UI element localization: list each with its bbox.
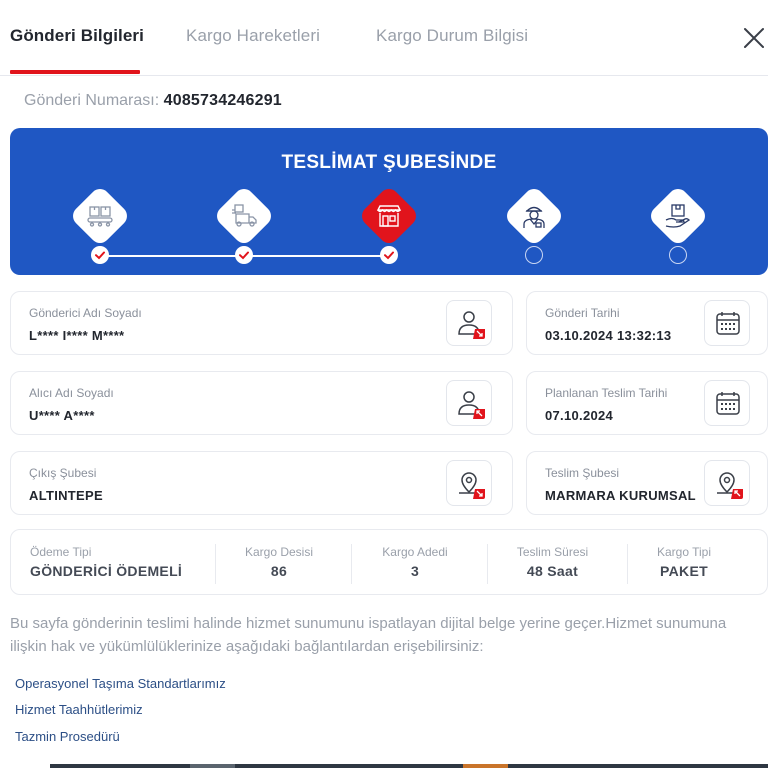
planned-date-value: 07.10.2024 [545, 408, 614, 423]
origin-branch-label: Çıkış Şubesi [29, 466, 97, 480]
tracking-number-value: 4085734246291 [163, 92, 282, 109]
active-tab-indicator [10, 70, 140, 74]
count-label: Kargo Adedi [382, 545, 448, 559]
store-branch-icon [376, 205, 402, 227]
shipment-summary: Ödeme Tipi GÖNDERİCİ ÖDEMELİ Kargo Desis… [10, 529, 768, 595]
receiver-card: Alıcı Adı Soyadı U**** A**** [10, 371, 513, 435]
checkmark-icon [384, 251, 394, 260]
bottom-edge-strip [0, 764, 768, 768]
calendar-icon [716, 392, 740, 415]
link-compensation-procedure[interactable]: Tazmin Prosedürü [15, 729, 120, 744]
hand-package-icon [665, 204, 691, 228]
receiver-label: Alıcı Adı Soyadı [29, 386, 114, 400]
tab-shipment-info[interactable]: Gönderi Bilgileri [10, 26, 144, 46]
summary-count: Kargo Adedi 3 [351, 530, 479, 596]
payment-type-label: Ödeme Tipi [30, 545, 92, 559]
step-5-pending [669, 246, 687, 264]
status-title: TESLİMAT ŞUBESİNDE [281, 152, 497, 173]
status-panel: TESLİMAT ŞUBESİNDE [10, 128, 768, 275]
tracking-number: Gönderi Numarası: 4085734246291 [24, 92, 282, 110]
ship-date-card: Gönderi Tarihi 03.10.2024 13:32:13 [526, 291, 768, 355]
receiver-value: U**** A**** [29, 408, 95, 423]
step-4-pending [525, 246, 543, 264]
delivery-branch-value: MARMARA KURUMSAL [545, 488, 696, 503]
link-operational-standards[interactable]: Operasyonel Taşıma Standartlarımız [15, 676, 226, 691]
link-service-commitments[interactable]: Hizmet Taahhütlerimiz [15, 702, 143, 717]
step-pickup [68, 184, 132, 248]
sender-label: Gönderici Adı Soyadı [29, 306, 142, 320]
person-incoming-icon [458, 391, 485, 419]
delivery-time-value: 48 Saat [526, 563, 579, 579]
receiver-icon-box [446, 380, 492, 426]
tab-cargo-status-info[interactable]: Kargo Durum Bilgisi [376, 26, 528, 46]
ship-date-icon-box [704, 300, 750, 346]
tab-cargo-movements[interactable]: Kargo Hareketleri [186, 26, 320, 46]
sender-card: Gönderici Adı Soyadı L**** I**** M**** [10, 291, 513, 355]
courier-icon [523, 206, 545, 228]
ship-date-value: 03.10.2024 13:32:13 [545, 328, 672, 343]
cargo-type-value: PAKET [660, 563, 708, 579]
step-3-check [380, 246, 398, 264]
boxes-conveyor-icon [87, 206, 113, 227]
sender-value: L**** I**** M**** [29, 328, 125, 343]
tracking-number-label: Gönderi Numarası: [24, 92, 160, 109]
planned-date-label: Planlanan Teslim Tarihi [545, 386, 668, 400]
step-at-branch [357, 184, 421, 248]
summary-desi: Kargo Desisi 86 [215, 530, 343, 596]
origin-branch-value: ALTINTEPE [29, 488, 103, 503]
summary-payment-type: Ödeme Tipi GÖNDERİCİ ÖDEMELİ [30, 530, 220, 596]
origin-branch-icon-box [446, 460, 492, 506]
location-incoming-icon [717, 472, 743, 499]
planned-date-icon-box [704, 380, 750, 426]
close-icon [744, 28, 764, 48]
summary-delivery-time: Teslim Süresi 48 Saat [487, 530, 618, 596]
delivery-branch-card: Teslim Şubesi MARMARA KURUMSAL [526, 451, 768, 515]
person-outgoing-icon [458, 311, 485, 339]
step-2-check [235, 246, 253, 264]
sender-icon-box [446, 300, 492, 346]
close-button[interactable] [740, 24, 768, 52]
origin-branch-card: Çıkış Şubesi ALTINTEPE [10, 451, 513, 515]
desi-label: Kargo Desisi [244, 545, 314, 559]
checkmark-icon [239, 251, 249, 260]
step-delivered [646, 184, 710, 248]
delivery-branch-icon-box [704, 460, 750, 506]
ship-date-label: Gönderi Tarihi [545, 306, 620, 320]
cargo-type-label: Kargo Tipi [656, 545, 712, 559]
step-1-check [91, 246, 109, 264]
calendar-icon [716, 312, 740, 335]
desi-value: 86 [270, 563, 288, 579]
delivery-branch-label: Teslim Şubesi [545, 466, 620, 480]
summary-cargo-type: Kargo Tipi PAKET [627, 530, 741, 596]
step-out-for-delivery [502, 184, 566, 248]
disclaimer-text: Bu sayfa gönderinin teslimi halinde hizm… [10, 615, 727, 655]
step-in-transit [212, 184, 276, 248]
tab-bar: Gönderi Bilgileri Kargo Hareketleri Karg… [0, 0, 768, 76]
payment-type-value: GÖNDERİCİ ÖDEMELİ [30, 563, 183, 579]
location-outgoing-icon [459, 472, 485, 499]
count-value: 3 [410, 563, 420, 579]
checkmark-icon [95, 251, 105, 260]
delivery-time-label: Teslim Süresi [516, 545, 589, 559]
delivery-truck-icon [232, 204, 257, 227]
planned-date-card: Planlanan Teslim Tarihi 07.10.2024 [526, 371, 768, 435]
